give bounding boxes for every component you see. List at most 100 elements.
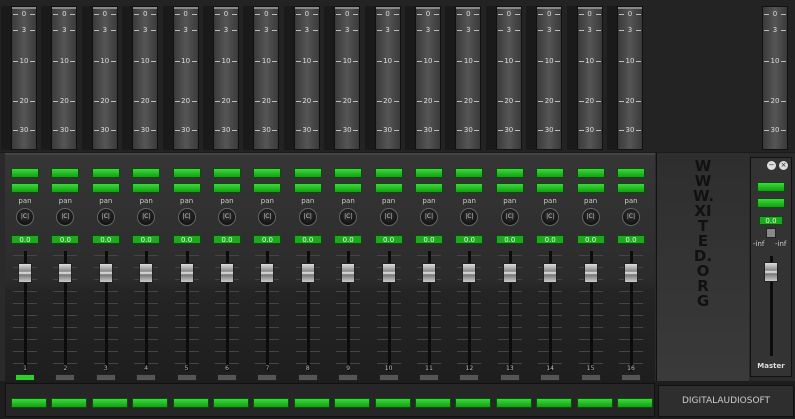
channel-number: 3 <box>103 365 108 372</box>
channel-select-button[interactable] <box>257 374 278 381</box>
channel-fader[interactable] <box>260 263 275 283</box>
channel-number: 15 <box>586 365 595 372</box>
channel-led-bottom <box>11 183 39 193</box>
pan-knob[interactable]: |C| <box>137 208 156 226</box>
meter-scale-label: 0 <box>53 9 76 19</box>
channel-value: 0.0 <box>334 235 363 244</box>
channel-value: 0.0 <box>576 235 605 244</box>
channel-strip: pan |C| 0.0 8 <box>288 155 328 383</box>
pan-knob[interactable]: |C| <box>96 208 115 226</box>
channel-led-bottom <box>576 183 605 193</box>
pan-knob[interactable]: |C| <box>218 208 236 226</box>
pan-knob[interactable]: |C| <box>622 208 640 226</box>
channel-led-top <box>253 168 282 178</box>
channel-fader[interactable] <box>98 263 113 283</box>
channel-select-button[interactable] <box>55 374 76 381</box>
channel-fader[interactable] <box>58 263 73 283</box>
meter-scale-label: 3 <box>174 25 197 35</box>
channel-select-button[interactable] <box>621 374 641 381</box>
channel-led-top <box>536 168 565 178</box>
channel-select-button[interactable] <box>540 374 561 381</box>
meter-scale-label: 3 <box>255 25 278 35</box>
channel-select-button[interactable] <box>176 374 197 381</box>
channel-fader[interactable] <box>502 263 517 283</box>
pan-knob[interactable]: |C| <box>581 208 600 226</box>
channel-led-bottom <box>213 183 241 193</box>
channel-select-button[interactable] <box>217 374 237 381</box>
channel-fader[interactable] <box>583 263 598 283</box>
channel-select-button[interactable] <box>580 374 601 381</box>
meter-scale-label: 20 <box>134 96 157 106</box>
pan-label: pan <box>543 197 557 205</box>
channel-fader[interactable] <box>341 263 356 283</box>
pan-knob[interactable]: |C| <box>379 208 398 226</box>
meter-scale-label: 10 <box>13 56 35 66</box>
bottom-led <box>293 398 330 408</box>
pan-label: pan <box>220 197 234 205</box>
channel-select-button[interactable] <box>15 374 35 381</box>
channel-select-button[interactable] <box>378 374 399 381</box>
channel-fader[interactable] <box>624 263 638 283</box>
meter-scale-label: 30 <box>215 125 237 135</box>
pan-label: pan <box>260 197 274 205</box>
channel-number: 11 <box>425 365 433 372</box>
channel-select-button[interactable] <box>136 374 157 381</box>
channel-strip: pan |C| 0.0 5 <box>167 155 207 383</box>
bottom-led <box>455 398 492 408</box>
meter-scale-label: 3 <box>93 25 116 35</box>
meter-gap <box>607 6 617 150</box>
pan-label: pan <box>341 197 355 205</box>
meter-scale-label: 30 <box>497 125 520 135</box>
channel-select-button[interactable] <box>95 374 116 381</box>
pan-knob[interactable]: |C| <box>258 208 277 226</box>
channel-fader[interactable] <box>139 263 154 283</box>
channel-strip: pan |C| 0.0 12 <box>449 155 489 383</box>
pan-knob[interactable]: |C| <box>541 208 560 226</box>
pan-label: pan <box>382 197 396 205</box>
channel-fader[interactable] <box>422 263 436 283</box>
meter-scale-label: 10 <box>538 56 561 66</box>
channel-fader[interactable] <box>18 263 32 283</box>
channel-strip: pan |C| 0.0 4 <box>126 155 166 383</box>
pan-knob[interactable]: |C| <box>16 208 34 226</box>
channel-level-meter: 0 3 10 20 30 <box>576 6 603 150</box>
channel-led-bottom <box>536 183 565 193</box>
channel-led-bottom <box>253 183 282 193</box>
meter-gap <box>324 6 335 150</box>
channel-level-meter: 0 3 10 20 30 <box>495 6 522 150</box>
channel-fader[interactable] <box>300 263 315 283</box>
meter-gap <box>122 6 133 150</box>
pan-knob[interactable]: |C| <box>500 208 519 226</box>
channel-select-button[interactable] <box>459 374 480 381</box>
channel-fader[interactable] <box>220 263 234 283</box>
close-icon[interactable]: × <box>779 161 788 170</box>
channel-select-button[interactable] <box>499 374 520 381</box>
meter-scale-label: 10 <box>295 56 318 66</box>
pan-knob[interactable]: |C| <box>298 208 317 226</box>
channel-select-button[interactable] <box>338 374 359 381</box>
channel-led-top <box>576 168 605 178</box>
master-scale-label: 10 <box>764 56 786 66</box>
master-fader[interactable] <box>764 262 778 282</box>
channel-fader[interactable] <box>179 263 194 283</box>
master-balance-button[interactable] <box>766 228 776 238</box>
pan-knob[interactable]: |C| <box>339 208 358 226</box>
minimize-icon[interactable]: − <box>767 161 776 170</box>
channel-fader[interactable] <box>462 263 477 283</box>
channel-select-button[interactable] <box>297 374 318 381</box>
pan-knob[interactable]: |C| <box>460 208 479 226</box>
meter-scale-label: 3 <box>336 25 359 35</box>
meter-scale-label: 10 <box>215 56 237 66</box>
channel-value: 0.0 <box>455 235 484 244</box>
master-scale-label: 20 <box>764 96 786 106</box>
pan-knob[interactable]: |C| <box>177 208 196 226</box>
channel-fader[interactable] <box>381 263 396 283</box>
pan-knob[interactable]: |C| <box>56 208 75 226</box>
channel-fader[interactable] <box>543 263 558 283</box>
channel-select-button[interactable] <box>419 374 439 381</box>
meter-scale-label: 30 <box>255 125 278 135</box>
channel-led-bottom <box>617 183 645 193</box>
channel-strip: pan |C| 0.0 3 <box>86 155 126 383</box>
pan-knob[interactable]: |C| <box>420 208 438 226</box>
channel-strip: pan |C| 0.0 6 <box>207 155 247 383</box>
